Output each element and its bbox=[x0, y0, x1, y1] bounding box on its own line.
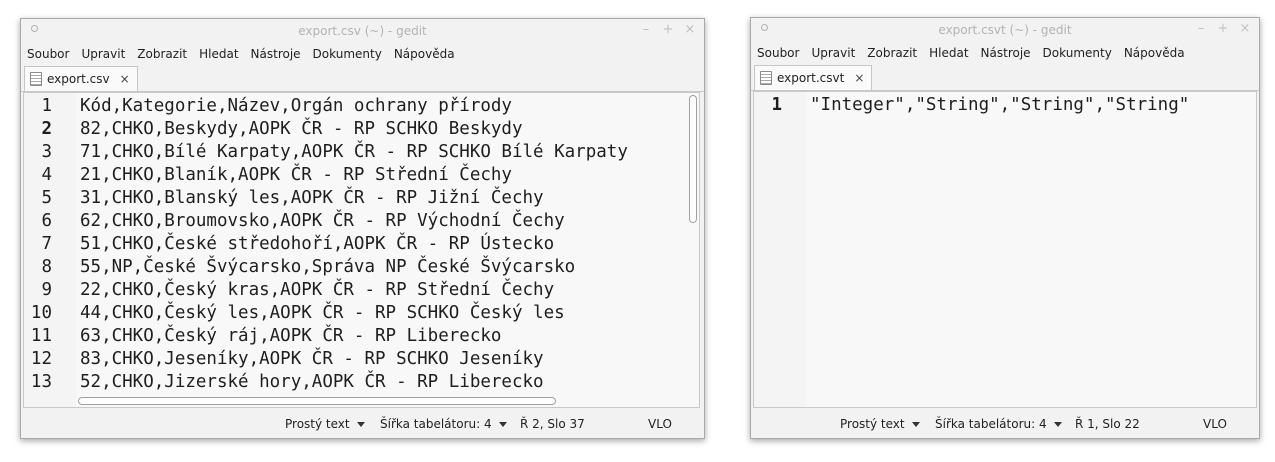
menu-dokumenty[interactable]: Dokumenty bbox=[313, 47, 382, 61]
line-number: 3 bbox=[41, 142, 52, 162]
line-number: 7 bbox=[41, 234, 52, 254]
text-document-icon bbox=[760, 71, 772, 85]
menu-bar: Soubor Upravit Zobrazit Hledat Nástroje … bbox=[21, 43, 704, 65]
menu-bar: Soubor Upravit Zobrazit Hledat Nástroje … bbox=[751, 42, 1259, 64]
chevron-down-icon bbox=[356, 421, 365, 427]
menu-zobrazit[interactable]: Zobrazit bbox=[137, 47, 187, 61]
menu-zobrazit[interactable]: Zobrazit bbox=[867, 46, 917, 60]
code-line: 71,CHKO,Bílé Karpaty,AOPK ČR - RP SCHKO … bbox=[80, 142, 628, 162]
line-number: 4 bbox=[41, 165, 52, 185]
tab-width-label: Šířka tabelátoru: 4 bbox=[380, 417, 492, 431]
menu-nastroje[interactable]: Nástroje bbox=[981, 46, 1031, 60]
line-number: 6 bbox=[41, 211, 52, 231]
menu-nastroje[interactable]: Nástroje bbox=[251, 47, 301, 61]
minimize-icon[interactable]: – bbox=[640, 22, 652, 37]
title-bar[interactable]: export.csv (~) - gedit – + × bbox=[21, 19, 704, 43]
tab-close-icon[interactable]: × bbox=[120, 72, 130, 86]
code-line: 52,CHKO,Jizerské hory,AOPK ČR - RP Liber… bbox=[80, 372, 544, 392]
line-number: 5 bbox=[41, 188, 52, 208]
tab-label: export.csv bbox=[47, 72, 110, 86]
text-document-icon bbox=[30, 72, 42, 86]
language-label: Prostý text bbox=[840, 417, 905, 431]
tab-label: export.csvt bbox=[777, 71, 845, 85]
menu-upravit[interactable]: Upravit bbox=[811, 46, 855, 60]
gedit-window-export-csv: export.csv (~) - gedit – + × Soubor Upra… bbox=[20, 18, 705, 439]
code-line: 22,CHKO,Český kras,AOPK ČR - RP Střední … bbox=[80, 280, 555, 300]
line-number-gutter: 1 2 3 4 5 6 7 8 9 10 11 12 13 bbox=[24, 93, 76, 407]
tab-bar: export.csv × bbox=[21, 65, 704, 92]
tab-width-label: Šířka tabelátoru: 4 bbox=[935, 417, 1047, 431]
status-bar: Prostý text Šířka tabelátoru: 4 Ř 2, Slo… bbox=[21, 408, 704, 438]
title-bar[interactable]: export.csvt (~) - gedit – + × bbox=[751, 18, 1259, 42]
menu-dokumenty[interactable]: Dokumenty bbox=[1043, 46, 1112, 60]
code-line: Kód,Kategorie,Název,Orgán ochrany přírod… bbox=[80, 96, 512, 116]
tab-width-selector[interactable]: Šířka tabelátoru: 4 bbox=[380, 417, 507, 431]
menu-upravit[interactable]: Upravit bbox=[81, 47, 125, 61]
tab-width-selector[interactable]: Šířka tabelátoru: 4 bbox=[935, 417, 1062, 431]
editor-area: 1 2 3 4 5 6 7 8 9 10 11 12 13 Kód,Kategorie,Název,Or… bbox=[23, 92, 700, 408]
status-bar: Prostý text Šířka tabelátoru: 4 Ř 1, Slo… bbox=[751, 408, 1259, 438]
cursor-position: Ř 1, Slo 22 bbox=[1075, 417, 1140, 431]
language-selector[interactable]: Prostý text bbox=[285, 417, 365, 431]
code-line: "Integer","String","String","String" bbox=[810, 95, 1190, 115]
language-selector[interactable]: Prostý text bbox=[840, 417, 920, 431]
code-line: 21,CHKO,Blaník,AOPK ČR - RP Střední Čech… bbox=[80, 165, 512, 185]
menu-napoveda[interactable]: Nápověda bbox=[1124, 46, 1185, 60]
code-line: 63,CHKO,Český ráj,AOPK ČR - RP Liberecko bbox=[80, 326, 502, 346]
editor-area: 1 "Integer","String","String","String" bbox=[753, 91, 1257, 408]
code-lines: Kód,Kategorie,Název,Orgán ochrany přírod… bbox=[80, 95, 628, 394]
tab-export-csvt[interactable]: export.csvt × bbox=[754, 65, 873, 90]
close-window-icon[interactable]: × bbox=[684, 22, 696, 37]
minimize-icon[interactable]: – bbox=[1195, 21, 1207, 36]
chevron-down-icon bbox=[911, 421, 920, 427]
code-line: 31,CHKO,Blanský les,AOPK ČR - RP Jižní Č… bbox=[80, 188, 544, 208]
line-number: 1 bbox=[771, 95, 782, 115]
window-title: export.csv (~) - gedit bbox=[298, 24, 427, 38]
line-number: 10 bbox=[30, 303, 52, 323]
line-numbers: 1 bbox=[754, 94, 782, 117]
text-view[interactable]: Kód,Kategorie,Název,Orgán ochrany přírod… bbox=[76, 93, 699, 407]
tab-export-csv[interactable]: export.csv × bbox=[24, 66, 138, 91]
code-line: 83,CHKO,Jeseníky,AOPK ČR - RP SCHKO Jese… bbox=[80, 349, 544, 369]
tab-close-icon[interactable]: × bbox=[854, 71, 864, 85]
code-line: 55,NP,České Švýcarsko,Správa NP České Šv… bbox=[80, 257, 576, 277]
vertical-scrollbar[interactable] bbox=[689, 95, 697, 223]
menu-hledat[interactable]: Hledat bbox=[199, 47, 238, 61]
chevron-down-icon bbox=[1053, 421, 1062, 427]
line-numbers: 1 2 3 4 5 6 7 8 9 10 11 12 13 bbox=[24, 95, 52, 394]
menu-hledat[interactable]: Hledat bbox=[929, 46, 968, 60]
line-number: 13 bbox=[30, 372, 52, 392]
line-number: 12 bbox=[30, 349, 52, 369]
close-window-icon[interactable]: × bbox=[1239, 21, 1251, 36]
code-line: 44,CHKO,Český les,AOPK ČR - RP SCHKO Čes… bbox=[80, 303, 565, 323]
horizontal-scrollbar[interactable] bbox=[78, 397, 556, 405]
gedit-window-export-csvt: export.csvt (~) - gedit – + × Soubor Upr… bbox=[750, 17, 1260, 439]
line-number-gutter: 1 bbox=[754, 92, 806, 407]
code-lines: "Integer","String","String","String" bbox=[810, 94, 1189, 117]
line-number: 9 bbox=[41, 280, 52, 300]
maximize-icon[interactable]: + bbox=[1217, 21, 1229, 36]
insert-mode: VLO bbox=[1203, 417, 1227, 431]
line-number: 11 bbox=[30, 326, 52, 346]
window-title: export.csvt (~) - gedit bbox=[938, 23, 1072, 37]
code-line: 51,CHKO,České středohoří,AOPK ČR - RP Ús… bbox=[80, 234, 555, 254]
code-line: 62,CHKO,Broumovsko,AOPK ČR - RP Východní… bbox=[80, 211, 565, 231]
menu-napoveda[interactable]: Nápověda bbox=[394, 47, 455, 61]
line-number: 8 bbox=[41, 257, 52, 277]
text-view[interactable]: "Integer","String","String","String" bbox=[806, 92, 1256, 407]
language-label: Prostý text bbox=[285, 417, 350, 431]
line-number: 2 bbox=[41, 119, 52, 139]
chevron-down-icon bbox=[498, 421, 507, 427]
maximize-icon[interactable]: + bbox=[662, 22, 674, 37]
insert-mode: VLO bbox=[648, 417, 672, 431]
line-number: 1 bbox=[41, 96, 52, 116]
menu-soubor[interactable]: Soubor bbox=[757, 46, 799, 60]
cursor-position: Ř 2, Slo 37 bbox=[520, 417, 585, 431]
menu-soubor[interactable]: Soubor bbox=[27, 47, 69, 61]
tab-bar: export.csvt × bbox=[751, 64, 1259, 91]
code-line: 82,CHKO,Beskydy,AOPK ČR - RP SCHKO Besky… bbox=[80, 119, 523, 139]
